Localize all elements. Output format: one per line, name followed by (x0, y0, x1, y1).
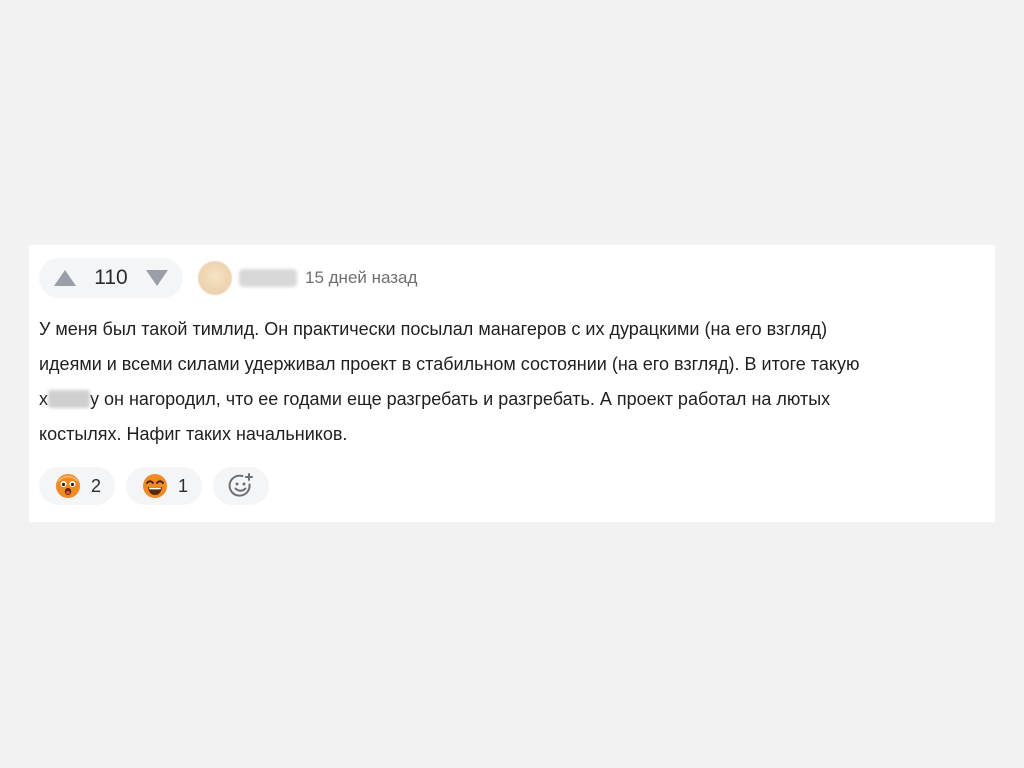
comment-header: 110 15 дней назад (39, 258, 417, 298)
scared-face-icon (56, 474, 80, 498)
upvote-button[interactable] (53, 268, 77, 288)
comment-card: 110 15 дней назад У меня был такой тимли… (29, 245, 995, 522)
vote-box: 110 (39, 258, 183, 298)
downvote-button[interactable] (145, 268, 169, 288)
comment-text-line: идеями и всеми силами удерживал проект в… (39, 354, 860, 374)
comment-timestamp[interactable]: 15 дней назад (305, 268, 417, 288)
arrow-up-icon (54, 270, 76, 286)
grinning-squint-face-icon (143, 474, 168, 498)
censored-word-blur (48, 390, 90, 408)
vote-count: 110 (94, 266, 128, 289)
author-name-blurred[interactable] (239, 269, 297, 287)
comment-text-line: х у он нагородил, что ее годами еще разгр… (39, 382, 979, 417)
add-reaction-button[interactable] (213, 467, 270, 505)
comment-text-line: костылях. Нафиг таких начальников. (39, 424, 348, 444)
add-emoji-icon (228, 473, 254, 497)
comment-text-line: У меня был такой тимлид. Он практически … (39, 319, 828, 339)
comment-text-fragment: у он нагородил, что ее годами еще разгре… (90, 389, 831, 409)
reaction-scared[interactable]: 2 (39, 467, 116, 505)
reaction-count: 1 (178, 475, 189, 496)
comment-text-fragment: х (39, 389, 48, 409)
arrow-down-icon (145, 270, 168, 286)
reaction-grinning[interactable]: 1 (126, 467, 203, 505)
reactions-bar: 2 1 (39, 467, 270, 505)
reaction-count: 2 (91, 475, 102, 496)
comment-body: У меня был такой тимлид. Он практически … (39, 312, 979, 452)
avatar[interactable] (198, 261, 232, 295)
